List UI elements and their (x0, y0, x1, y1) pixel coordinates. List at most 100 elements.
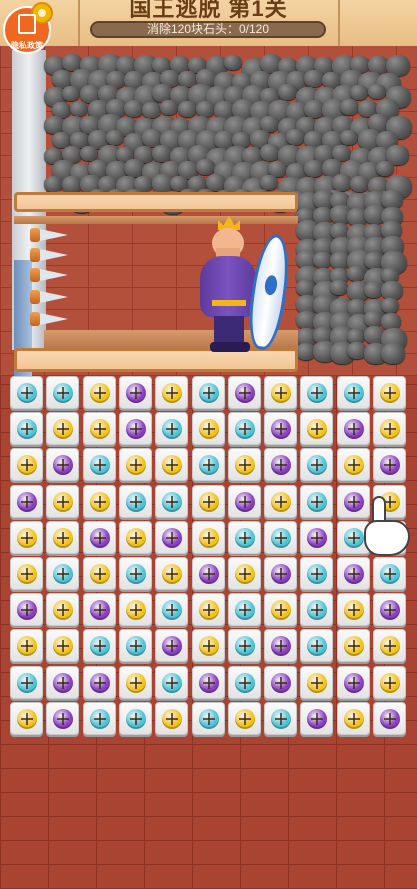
screw-tile[interactable] (264, 629, 297, 662)
screw-tile[interactable] (83, 412, 116, 445)
screw-tile[interactable] (300, 521, 333, 554)
screw-tile[interactable] (228, 666, 261, 699)
screw-tile[interactable] (192, 666, 225, 699)
screw-tile[interactable] (83, 485, 116, 518)
screw-tile[interactable] (192, 557, 225, 590)
screw-tile[interactable] (337, 629, 370, 662)
screw-tile[interactable] (192, 376, 225, 409)
screw-tile[interactable] (337, 412, 370, 445)
screw-tile[interactable] (337, 666, 370, 699)
screw-tile[interactable] (228, 593, 261, 626)
screw-tile[interactable] (373, 448, 406, 481)
screw-tile[interactable] (373, 376, 406, 409)
screw-tile[interactable] (300, 629, 333, 662)
screw-tile[interactable] (264, 485, 297, 518)
screw-tile[interactable] (10, 629, 43, 662)
screw-tile[interactable] (373, 412, 406, 445)
screw-tile[interactable] (83, 593, 116, 626)
screw-tile[interactable] (337, 702, 370, 735)
screw-tile[interactable] (155, 376, 188, 409)
screw-tile[interactable] (10, 448, 43, 481)
screw-tile[interactable] (46, 666, 79, 699)
screw-tile[interactable] (10, 412, 43, 445)
upper-pull-pin[interactable] (14, 192, 298, 212)
screw-tile[interactable] (119, 485, 152, 518)
screw-tile[interactable] (83, 376, 116, 409)
screw-tile[interactable] (155, 557, 188, 590)
screw-tile[interactable] (228, 485, 261, 518)
screw-tile[interactable] (83, 702, 116, 735)
screw-tile[interactable] (155, 521, 188, 554)
screw-tile[interactable] (119, 448, 152, 481)
screw-tile[interactable] (264, 521, 297, 554)
screw-tile[interactable] (192, 448, 225, 481)
screw-tile[interactable] (10, 557, 43, 590)
screw-tile[interactable] (46, 557, 79, 590)
screw-tile[interactable] (10, 521, 43, 554)
screw-tile[interactable] (119, 702, 152, 735)
screw-tile[interactable] (119, 412, 152, 445)
screw-tile[interactable] (228, 557, 261, 590)
screw-tile[interactable] (83, 448, 116, 481)
screw-tile[interactable] (46, 376, 79, 409)
screw-tile[interactable] (228, 702, 261, 735)
screw-tile[interactable] (46, 521, 79, 554)
screw-tile[interactable] (46, 593, 79, 626)
screw-tile[interactable] (10, 485, 43, 518)
screw-tile[interactable] (228, 521, 261, 554)
screw-tile[interactable] (46, 448, 79, 481)
screw-tile[interactable] (119, 521, 152, 554)
privacy-policy-button[interactable]: 隐私政策 (3, 2, 53, 58)
screw-tile[interactable] (300, 448, 333, 481)
screw-tile[interactable] (228, 412, 261, 445)
screw-tile[interactable] (155, 666, 188, 699)
screw-tile[interactable] (300, 557, 333, 590)
screw-tile[interactable] (83, 666, 116, 699)
screw-tile[interactable] (300, 485, 333, 518)
screw-tile[interactable] (155, 702, 188, 735)
screw-tile[interactable] (192, 412, 225, 445)
screw-tile[interactable] (264, 412, 297, 445)
screw-tile[interactable] (337, 593, 370, 626)
screw-tile[interactable] (300, 666, 333, 699)
screw-tile[interactable] (46, 412, 79, 445)
screw-tile[interactable] (373, 629, 406, 662)
screw-tile[interactable] (192, 593, 225, 626)
screw-tile[interactable] (155, 412, 188, 445)
screw-tile[interactable] (155, 485, 188, 518)
screw-tile[interactable] (337, 448, 370, 481)
screw-tile[interactable] (119, 557, 152, 590)
screw-tile[interactable] (228, 448, 261, 481)
screw-tile[interactable] (192, 702, 225, 735)
screw-tile[interactable] (264, 557, 297, 590)
screw-tile[interactable] (46, 485, 79, 518)
screw-tile[interactable] (46, 629, 79, 662)
screw-tile[interactable] (83, 557, 116, 590)
screw-tile[interactable] (10, 593, 43, 626)
screw-tile[interactable] (300, 376, 333, 409)
screw-tile[interactable] (264, 702, 297, 735)
screw-tile[interactable] (119, 629, 152, 662)
screw-tile[interactable] (119, 593, 152, 626)
screw-tile[interactable] (155, 448, 188, 481)
screw-tile[interactable] (228, 376, 261, 409)
screw-tile[interactable] (192, 521, 225, 554)
screw-tile[interactable] (373, 666, 406, 699)
screw-tile[interactable] (264, 666, 297, 699)
screw-tile[interactable] (264, 448, 297, 481)
screw-tile[interactable] (192, 629, 225, 662)
screw-tile[interactable] (155, 629, 188, 662)
screw-tile[interactable] (192, 485, 225, 518)
screw-tile[interactable] (119, 666, 152, 699)
screw-tile[interactable] (373, 593, 406, 626)
screw-tile[interactable] (10, 666, 43, 699)
screw-tile[interactable] (10, 376, 43, 409)
screw-tile[interactable] (337, 376, 370, 409)
screw-tile[interactable] (300, 702, 333, 735)
screw-tile[interactable] (264, 376, 297, 409)
screw-tile[interactable] (155, 593, 188, 626)
screw-tile[interactable] (300, 412, 333, 445)
screw-tile[interactable] (300, 593, 333, 626)
screw-tile[interactable] (83, 521, 116, 554)
screw-tile[interactable] (83, 629, 116, 662)
